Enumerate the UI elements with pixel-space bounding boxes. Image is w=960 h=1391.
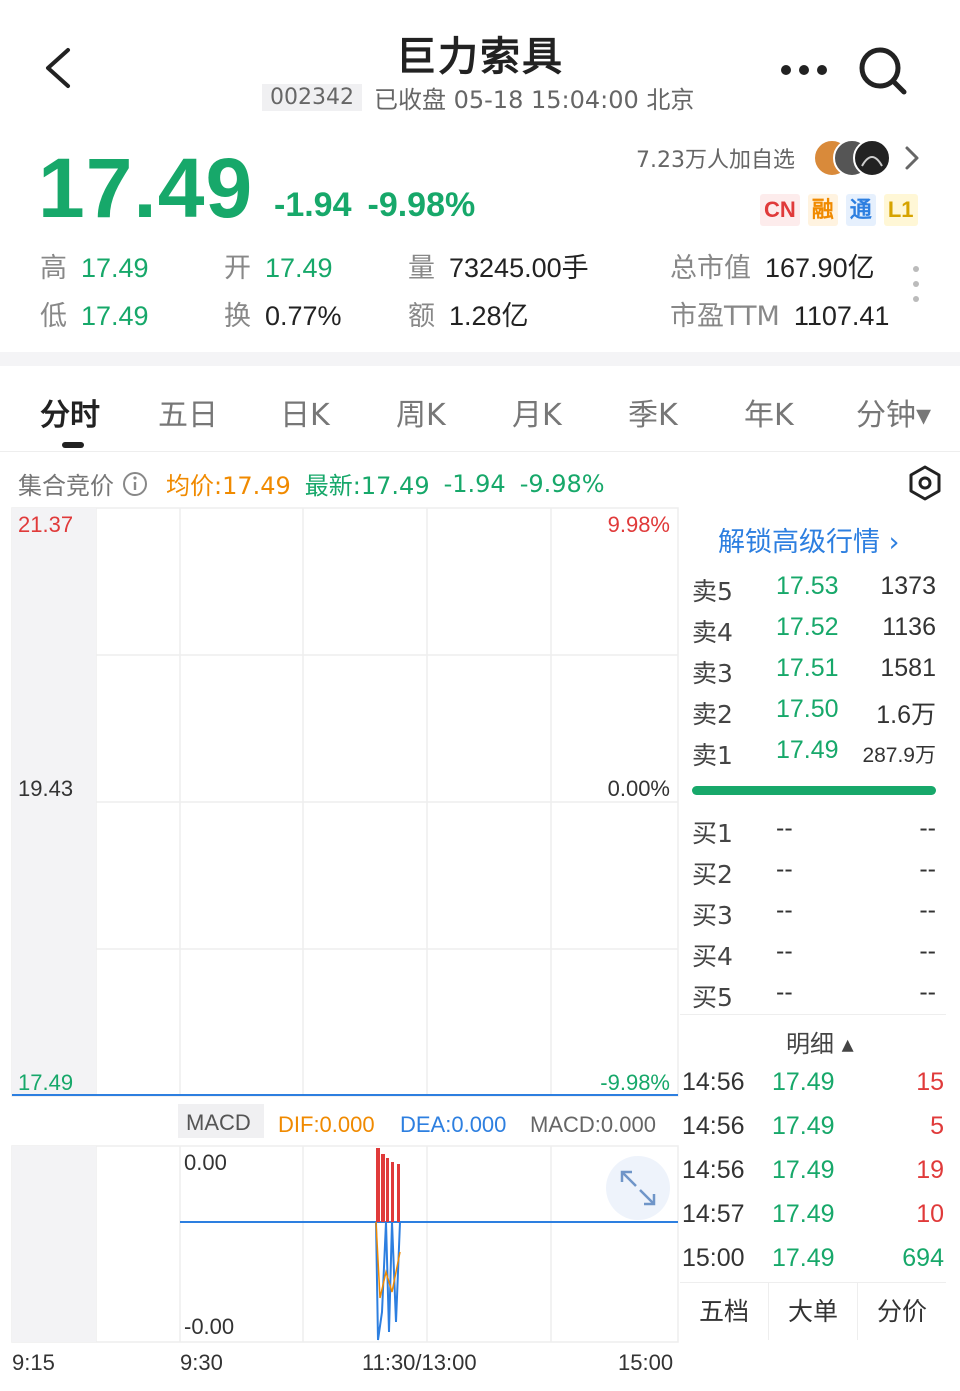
tick-row: 14:56 17.49 15: [682, 1068, 944, 1096]
stock-badges: CN 融 通 L1: [760, 194, 918, 226]
active-tab-indicator: [62, 442, 84, 448]
expand-arrows-icon: [620, 1170, 656, 1206]
price-change: -1.94 -9.98%: [274, 186, 491, 225]
orderbook-tabs: 五档 大单 分价: [680, 1282, 946, 1340]
bid-row-4: 买4 -- --: [692, 937, 936, 971]
price-grid: [11, 507, 679, 1097]
badge-connect[interactable]: 通: [845, 194, 876, 226]
time-label-midday: 11:30/13:00: [362, 1350, 477, 1375]
tab-weekly-k[interactable]: 周K: [396, 390, 446, 434]
stat-pe-ttm: 市盈TTM 1107.41: [670, 301, 890, 332]
macd-bar: [376, 1148, 380, 1222]
ask-row-3: 卖3 17.51 1581: [692, 654, 936, 688]
stat-turnover: 换 0.77%: [224, 301, 342, 332]
tab-quarterly-k[interactable]: 季K: [628, 390, 678, 434]
fullscreen-button[interactable]: [606, 1156, 670, 1220]
chart-panel: 集合竞价 均价:17.49 最新:17.49 -1.94 -9.98% 21.3…: [0, 452, 960, 1391]
axis-price-bottom: 17.49: [18, 1070, 73, 1095]
macd-dea: DEA:0.000: [400, 1112, 506, 1137]
tab-five-levels[interactable]: 五档: [680, 1283, 769, 1340]
unlock-advanced-quotes-link[interactable]: 解锁高级行情 ›: [718, 520, 899, 559]
macd-dif: DIF:0.000: [278, 1112, 375, 1137]
ask-row-4: 卖4 17.52 1136: [692, 613, 936, 647]
ask-row-5: 卖5 17.53 1373: [692, 572, 936, 606]
axis-price-top: 21.37: [18, 512, 73, 537]
badge-level1[interactable]: L1: [883, 194, 918, 226]
tab-daily-k[interactable]: 日K: [280, 390, 330, 434]
more-icon[interactable]: [780, 62, 828, 78]
tab-yearly-k[interactable]: 年K: [744, 390, 794, 434]
macd-bar: [391, 1162, 394, 1222]
tab-minute[interactable]: 分钟▾: [856, 390, 931, 434]
market-status: 已收盘 05-18 15:04:00 北京: [373, 86, 695, 114]
stock-code: 002342: [262, 84, 362, 111]
badge-cn[interactable]: CN: [760, 194, 800, 226]
stock-subtitle: 002342 已收盘 05-18 15:04:00 北京: [262, 80, 694, 115]
macd-axis-top: 0.00: [184, 1150, 227, 1175]
bid-row-1: 买1 -- --: [692, 814, 936, 848]
axis-pct-bottom: -9.98%: [600, 1070, 670, 1095]
stat-high: 高 17.49: [40, 253, 149, 284]
macd-bar: [397, 1164, 400, 1222]
bid-row-5: 买5 -- --: [692, 978, 936, 1012]
macd-bar: [381, 1154, 385, 1222]
stat-volume: 量 73245.00手: [408, 253, 589, 284]
ask-row-2: 卖2 17.50 1.6万: [692, 695, 936, 729]
tab-large-orders[interactable]: 大单: [769, 1283, 858, 1340]
axis-price-mid: 19.43: [18, 776, 73, 801]
axis-pct-mid: 0.00%: [608, 776, 670, 801]
stat-amount: 额 1.28亿: [408, 301, 529, 332]
last-price: 17.49: [38, 141, 254, 235]
time-label-close: 15:00: [618, 1350, 674, 1375]
tab-intraday[interactable]: 分时: [40, 390, 100, 434]
change-amount: -1.94: [274, 186, 352, 224]
order-imbalance-bar: [692, 786, 936, 795]
search-icon[interactable]: [856, 44, 908, 96]
chevron-right-icon[interactable]: [902, 144, 922, 172]
ask-row-1: 卖1 17.49 287.9万: [692, 736, 936, 770]
macd-bar: [386, 1158, 389, 1222]
stat-open: 开 17.49: [224, 253, 333, 284]
macd-grid: [11, 1145, 679, 1343]
period-tabs: 分时 五日 日K 周K 月K 季K 年K 分钟▾: [0, 366, 960, 452]
axis-pct-top: 9.98%: [608, 512, 670, 537]
quote-header: 巨力索具 002342 已收盘 05-18 15:04:00 北京 17.49 …: [0, 0, 960, 352]
tick-row: 14:56 17.49 5: [682, 1112, 944, 1140]
follower-avatars-icon[interactable]: [812, 138, 894, 178]
followers-count[interactable]: 7.23万人加自选: [636, 142, 795, 174]
tab-five-day[interactable]: 五日: [158, 390, 218, 434]
time-label-open: 9:15: [12, 1350, 55, 1375]
tick-detail-toggle[interactable]: 明细 ▴: [786, 1024, 854, 1059]
bid-row-3: 买3 -- --: [692, 896, 936, 930]
time-label-930: 9:30: [180, 1350, 223, 1375]
macd-auction-shade: [12, 1146, 96, 1342]
badge-margin[interactable]: 融: [807, 194, 838, 226]
divider: [680, 1014, 946, 1015]
tick-row: 14:56 17.49 19: [682, 1156, 944, 1184]
macd-axis-bottom: -0.00: [184, 1314, 234, 1339]
tab-monthly-k[interactable]: 月K: [512, 390, 562, 434]
tick-row: 14:57 17.49 10: [682, 1200, 944, 1228]
macd-value: MACD:0.000: [530, 1112, 656, 1137]
macd-label[interactable]: MACD: [186, 1110, 251, 1135]
stat-market-cap: 总市值 167.90亿: [670, 253, 875, 284]
expand-stats-icon[interactable]: [912, 264, 920, 304]
settings-hex-icon[interactable]: [906, 464, 944, 502]
bid-row-2: 买2 -- --: [692, 855, 936, 889]
intraday-chart[interactable]: 21.37 19.43 17.49 9.98% 0.00% -9.98% MAC…: [0, 452, 680, 1352]
stat-low: 低 17.49: [40, 301, 149, 332]
auction-shade: [12, 508, 96, 1096]
macd-histogram: [376, 1148, 400, 1222]
tab-price-distribution[interactable]: 分价: [858, 1283, 946, 1340]
change-percent: -9.98%: [367, 186, 476, 224]
